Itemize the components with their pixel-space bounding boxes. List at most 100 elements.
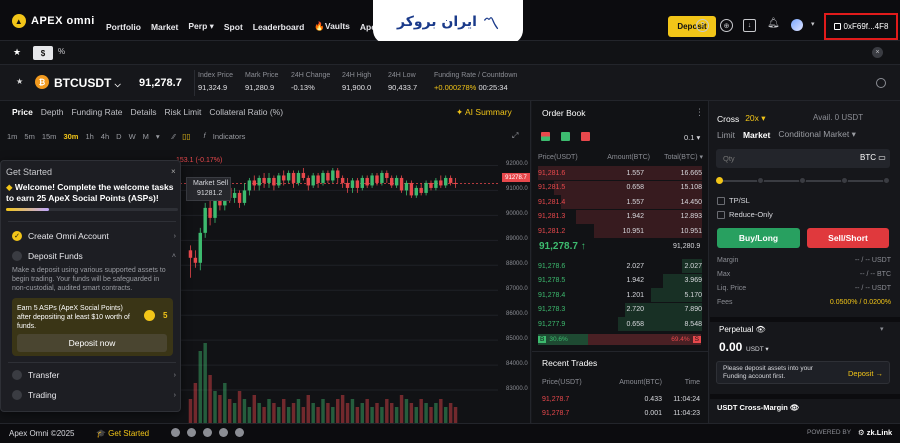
tab-price[interactable]: Price <box>12 107 33 117</box>
globe-icon[interactable]: ⊕ <box>720 19 733 32</box>
market-sell-label: Market Sell <box>193 180 229 187</box>
chevron-down-icon[interactable]: ▾ <box>811 20 815 28</box>
divider <box>8 362 176 363</box>
download-icon[interactable]: ↓ <box>743 19 756 32</box>
tab-funding-rate[interactable]: Funding Rate <box>71 107 122 117</box>
avatar-icon[interactable] <box>791 19 803 31</box>
bid-row[interactable]: 91,278.3 2.720 7.890 <box>538 302 702 317</box>
slider-step[interactable] <box>883 177 890 184</box>
indicators-button[interactable]: Indicators <box>213 132 246 141</box>
slider-step[interactable] <box>799 177 806 184</box>
line-style-icon[interactable]: ⁄⁄ <box>173 132 176 141</box>
ask-row[interactable]: 91,281.5 0.658 15.108 <box>538 180 702 195</box>
interval-d[interactable]: D <box>116 132 121 141</box>
tpsl-checkbox[interactable]: TP/SL <box>717 196 887 205</box>
nav-perp[interactable]: Perp ▾ <box>188 21 214 32</box>
help-icon[interactable]: ? <box>696 19 709 32</box>
volume-bar <box>208 375 212 423</box>
function-icon[interactable]: 𝑓 <box>203 131 205 141</box>
tab-depth[interactable]: Depth <box>41 107 64 117</box>
both-sides-icon[interactable] <box>541 132 550 141</box>
reduce-only-checkbox[interactable]: Reduce-Only <box>717 210 887 219</box>
tab-market[interactable]: Market <box>743 130 770 140</box>
x-icon[interactable] <box>171 428 180 437</box>
telegram-icon[interactable] <box>187 428 196 437</box>
wallet-address-button[interactable]: 0xF69f...4F8 <box>824 13 898 40</box>
deposit-link[interactable]: Deposit → <box>848 369 883 378</box>
tab-usd[interactable]: $ <box>33 46 53 60</box>
margin-mode-label[interactable]: Cross <box>717 114 739 124</box>
qty-unit-select[interactable]: BTC ▭ <box>860 153 886 162</box>
bid-row[interactable]: 91,278.6 2.027 2.027 <box>538 259 702 273</box>
nav-market[interactable]: Market <box>151 22 178 32</box>
buy-long-button[interactable]: Buy/Long <box>717 228 800 248</box>
price-axis-label: 89000.0 <box>506 236 528 243</box>
task-deposit-funds[interactable]: Deposit Funds ˄ <box>12 249 176 263</box>
ai-summary-button[interactable]: ✦ AI Summary <box>456 107 512 118</box>
brand-logo[interactable]: ▲ APEX omni <box>12 14 95 28</box>
cell-amount: 1.557 <box>626 169 644 177</box>
slider-step[interactable] <box>841 177 848 184</box>
checkbox[interactable] <box>717 196 725 205</box>
youtube-icon[interactable] <box>203 428 212 437</box>
close-icon[interactable]: × <box>171 167 176 176</box>
checkbox[interactable] <box>717 210 725 219</box>
asks-only-icon[interactable] <box>581 132 590 141</box>
interval-more[interactable]: ▾ <box>156 132 160 141</box>
usdt-cross-margin-title[interactable]: USDT Cross-Margin 👁 <box>717 403 799 412</box>
footer-get-started-link[interactable]: 🎓 Get Started <box>96 429 149 438</box>
hot-star-icon[interactable]: ★ <box>16 77 23 86</box>
bid-row[interactable]: 91,277.9 0.658 8.548 <box>538 317 702 331</box>
interval-5m[interactable]: 5m <box>24 132 34 141</box>
ask-row[interactable]: 91,281.6 1.557 16.665 <box>538 166 702 180</box>
github-icon[interactable] <box>235 428 244 437</box>
tab-percent[interactable]: % <box>58 47 65 56</box>
slider-handle[interactable] <box>716 177 723 184</box>
deposit-now-button[interactable]: Deposit now <box>17 334 167 352</box>
tick-size-select[interactable]: 0.1 ▾ <box>684 133 700 142</box>
bid-row[interactable]: 91,278.4 1.201 5.170 <box>538 288 702 302</box>
expand-icon[interactable]: ⤢ <box>512 131 518 141</box>
close-icon[interactable]: × <box>872 47 883 58</box>
settings-icon[interactable] <box>876 78 886 88</box>
leverage-select[interactable]: 20x ▾ <box>745 113 765 124</box>
interval-1h[interactable]: 1h <box>85 132 93 141</box>
interval-w[interactable]: W <box>129 132 136 141</box>
nav-vaults[interactable]: 🔥Vaults <box>314 21 350 32</box>
nav-portfolio[interactable]: Portfolio <box>106 22 141 32</box>
tab-collateral-ratio[interactable]: Collateral Ratio (%) <box>209 107 283 117</box>
tab-details[interactable]: Details <box>131 107 157 117</box>
zklink-logo[interactable]: ⚙ zk.Link <box>858 428 892 437</box>
star-icon[interactable]: ★ <box>13 47 21 58</box>
perpetual-account-title[interactable]: Perpetual 👁 <box>719 325 766 334</box>
slider-step[interactable] <box>757 177 764 184</box>
discord-icon[interactable] <box>219 428 228 437</box>
bell-icon[interactable]: 🔔︎ <box>767 18 780 29</box>
margin-mode[interactable]: Cross 20x ▾ <box>717 113 766 124</box>
interval-1m[interactable]: 1m <box>7 132 17 141</box>
tab-limit[interactable]: Limit <box>717 130 735 140</box>
task-trading[interactable]: Trading › <box>12 388 176 402</box>
task-transfer[interactable]: Transfer › <box>12 368 176 382</box>
sell-short-button[interactable]: Sell/Short <box>807 228 889 248</box>
task-create-account[interactable]: ✓ Create Omni Account › <box>12 229 176 243</box>
more-icon[interactable]: ⋮ <box>695 107 704 118</box>
tab-risk-limit[interactable]: Risk Limit <box>165 107 202 117</box>
candle-type-icon[interactable]: ▯▯ <box>182 132 190 141</box>
ask-row[interactable]: 91,281.4 1.557 14.450 <box>538 195 702 209</box>
interval-m[interactable]: M <box>143 132 149 141</box>
ask-row[interactable]: 91,281.3 1.942 12.893 <box>538 209 702 224</box>
chevron-down-icon[interactable]: ▾ <box>880 325 884 333</box>
bid-row[interactable]: 91,278.5 1.942 3.969 <box>538 273 702 288</box>
nav-leaderboard[interactable]: Leaderboard <box>253 22 305 32</box>
symbol-selector[interactable]: BTCUSDT ⌵ <box>54 76 121 90</box>
tab-conditional-market[interactable]: Conditional Market ▾ <box>778 129 856 140</box>
market-sell-tooltip[interactable]: Market Sell 91281.2 <box>186 177 231 201</box>
nav-spot[interactable]: Spot <box>224 22 243 32</box>
ask-row[interactable]: 91,281.2 10.951 10.951 <box>538 224 702 238</box>
interval-4h[interactable]: 4h <box>101 132 109 141</box>
interval-30m[interactable]: 30m <box>63 132 78 141</box>
bids-only-icon[interactable] <box>561 132 570 141</box>
interval-15m[interactable]: 15m <box>42 132 57 141</box>
balance-unit-select[interactable]: USDT ▾ <box>746 345 769 353</box>
